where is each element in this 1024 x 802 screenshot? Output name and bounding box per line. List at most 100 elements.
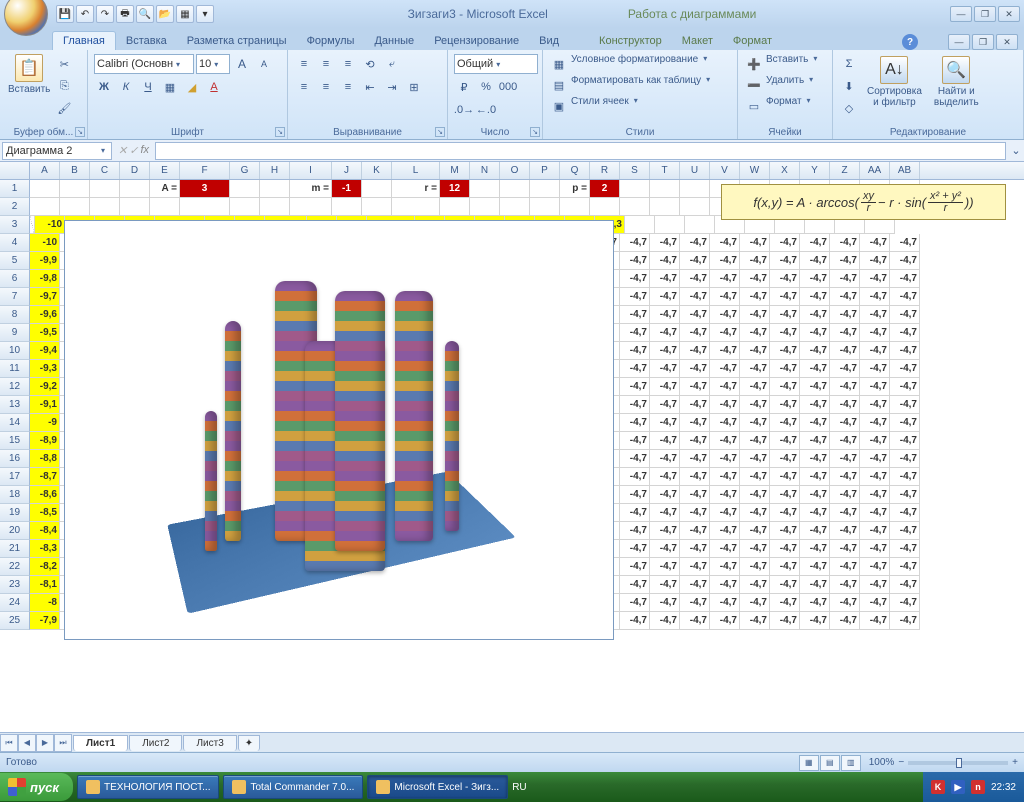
cell[interactable]: -4,7 (830, 576, 860, 594)
cell[interactable]: -4,7 (830, 540, 860, 558)
restore-button[interactable]: ❐ (974, 6, 996, 22)
cell[interactable] (60, 198, 90, 216)
cell[interactable] (625, 216, 655, 234)
cell[interactable]: -8 (30, 594, 60, 612)
cell[interactable]: -4,7 (770, 378, 800, 396)
cell[interactable]: -4,7 (770, 414, 800, 432)
row-header[interactable]: 9 (0, 324, 30, 342)
cell[interactable]: -4,7 (890, 234, 920, 252)
align-left-icon[interactable]: ≡ (294, 77, 314, 97)
cell[interactable]: -4,7 (860, 468, 890, 486)
cell[interactable]: -4,7 (740, 306, 770, 324)
cell[interactable]: -4,7 (620, 576, 650, 594)
cell[interactable]: -4,7 (830, 432, 860, 450)
tab-design[interactable]: Конструктор (589, 32, 672, 50)
cell[interactable]: -4,7 (680, 522, 710, 540)
cell[interactable]: -4,7 (860, 360, 890, 378)
cell[interactable]: -4,7 (860, 612, 890, 630)
cell[interactable]: -4,7 (800, 594, 830, 612)
cell[interactable] (440, 198, 470, 216)
cell[interactable]: -4,7 (740, 396, 770, 414)
print-icon[interactable]: 🖶 (116, 5, 134, 23)
row-header[interactable]: 20 (0, 522, 30, 540)
paste-button[interactable]: 📋 Вставить (4, 52, 54, 124)
tab-page-layout[interactable]: Разметка страницы (177, 32, 297, 50)
cell[interactable]: -4,7 (890, 288, 920, 306)
align-top-icon[interactable]: ≡ (294, 54, 314, 74)
cell[interactable] (680, 198, 710, 216)
cell[interactable]: -4,7 (710, 432, 740, 450)
fill-color-icon[interactable]: ◢ (182, 77, 202, 97)
format-cells-button[interactable]: ▭Формат▾ (744, 96, 826, 116)
cell[interactable]: -9,2 (30, 378, 60, 396)
language-indicator[interactable]: RU (508, 782, 566, 793)
cell[interactable]: -4,7 (770, 252, 800, 270)
cell[interactable]: -8,5 (30, 504, 60, 522)
sheet-nav-next-icon[interactable]: ▶ (36, 734, 54, 752)
zoom-out-icon[interactable]: − (898, 757, 904, 768)
cell[interactable]: -4,7 (770, 522, 800, 540)
cell[interactable]: -4,7 (800, 432, 830, 450)
cell[interactable]: -4,7 (860, 486, 890, 504)
cell[interactable] (650, 198, 680, 216)
row-header[interactable]: 12 (0, 378, 30, 396)
cell[interactable]: -4,7 (650, 522, 680, 540)
col-header[interactable]: B (60, 162, 90, 179)
qat-dropdown-icon[interactable]: ▾ (196, 5, 214, 23)
cell[interactable]: -4,7 (800, 360, 830, 378)
cell[interactable]: -4,7 (860, 270, 890, 288)
col-header[interactable]: S (620, 162, 650, 179)
row-header[interactable]: 14 (0, 414, 30, 432)
cell[interactable]: -4,7 (620, 378, 650, 396)
cell[interactable]: -4,7 (620, 414, 650, 432)
cell[interactable]: -4,7 (890, 576, 920, 594)
italic-icon[interactable]: К (116, 77, 136, 97)
cell[interactable] (260, 180, 290, 198)
col-header[interactable]: A (30, 162, 60, 179)
cell[interactable]: -4,7 (740, 414, 770, 432)
cell[interactable] (120, 198, 150, 216)
cell[interactable]: -4,7 (770, 468, 800, 486)
cell[interactable]: -4,7 (800, 396, 830, 414)
col-header[interactable]: H (260, 162, 290, 179)
tab-view[interactable]: Вид (529, 32, 569, 50)
col-header[interactable]: V (710, 162, 740, 179)
wrap-text-icon[interactable]: ⤶ (382, 54, 402, 74)
minimize-button[interactable]: — (950, 6, 972, 22)
doc-minimize-button[interactable]: — (948, 34, 970, 50)
doc-restore-button[interactable]: ❐ (972, 34, 994, 50)
save-icon[interactable]: 💾 (56, 5, 74, 23)
row-header[interactable]: 25 (0, 612, 30, 630)
cell[interactable]: -1 (332, 180, 362, 198)
bold-icon[interactable]: Ж (94, 77, 114, 97)
cell[interactable]: -4,7 (620, 306, 650, 324)
cell[interactable]: -4,7 (800, 612, 830, 630)
cell[interactable]: -9,1 (30, 396, 60, 414)
cell[interactable]: -4,7 (740, 576, 770, 594)
currency-icon[interactable]: ₽ (454, 77, 474, 97)
cell[interactable]: -4,7 (830, 594, 860, 612)
cell[interactable]: -4,7 (680, 540, 710, 558)
cell[interactable]: -4,7 (710, 396, 740, 414)
autosum-icon[interactable]: Σ (839, 54, 859, 74)
cell[interactable]: -4,7 (710, 594, 740, 612)
cell[interactable]: -4,7 (740, 324, 770, 342)
cell[interactable]: -4,7 (650, 360, 680, 378)
align-dialog-icon[interactable]: ↘ (435, 127, 445, 137)
cell[interactable]: -4,7 (830, 252, 860, 270)
col-header[interactable]: Y (800, 162, 830, 179)
cell[interactable]: -4,7 (800, 450, 830, 468)
cell[interactable]: -4,7 (890, 270, 920, 288)
cell[interactable]: -4,7 (650, 234, 680, 252)
col-header[interactable]: I (290, 162, 332, 179)
cell[interactable]: -4,7 (860, 414, 890, 432)
cell[interactable]: -4,7 (890, 612, 920, 630)
cell[interactable]: p = (560, 180, 590, 198)
sheet-tab-3[interactable]: Лист3 (183, 735, 236, 751)
cell[interactable]: -4,7 (830, 450, 860, 468)
tab-formulas[interactable]: Формулы (297, 32, 365, 50)
cell[interactable]: -4,7 (680, 486, 710, 504)
cell[interactable]: -4,7 (800, 486, 830, 504)
cell[interactable]: -4,7 (710, 306, 740, 324)
cell[interactable]: -4,7 (770, 540, 800, 558)
